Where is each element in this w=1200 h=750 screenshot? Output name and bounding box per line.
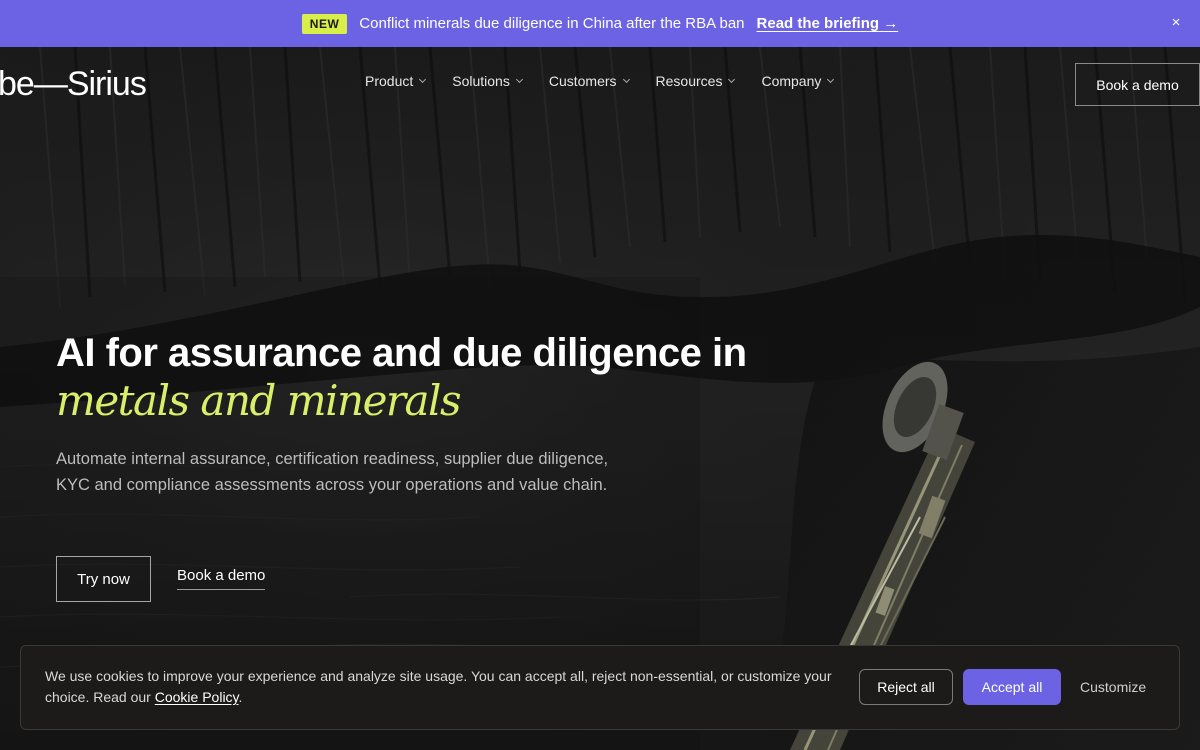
- nav-company[interactable]: Company: [761, 73, 835, 89]
- announcement-text: Conflict minerals due diligence in China…: [359, 15, 745, 32]
- accept-all-button[interactable]: Accept all: [963, 669, 1061, 705]
- announcement-bar: NEW Conflict minerals due diligence in C…: [0, 0, 1200, 47]
- nav-product[interactable]: Product: [365, 73, 427, 89]
- nav-solutions[interactable]: Solutions: [452, 73, 523, 89]
- cookie-text: We use cookies to improve your experienc…: [45, 666, 845, 708]
- nav-customers[interactable]: Customers: [548, 73, 630, 89]
- chevron-down-icon: [827, 75, 835, 83]
- logo[interactable]: be—Sirius: [0, 65, 147, 104]
- chevron-down-icon: [728, 75, 736, 83]
- hero-headline: AI for assurance and due diligence in: [56, 331, 747, 375]
- nav-solutions-label: Solutions: [452, 73, 510, 89]
- chevron-down-icon: [622, 75, 630, 83]
- nav-customers-label: Customers: [548, 73, 617, 89]
- main-nav: Product Solutions Customers Resources Co…: [365, 73, 860, 89]
- hero-headline-accent: metals and minerals: [56, 376, 462, 425]
- chevron-down-icon: [515, 75, 523, 83]
- customize-button[interactable]: Customize: [1080, 679, 1146, 695]
- reject-all-button[interactable]: Reject all: [859, 669, 953, 705]
- book-demo-link[interactable]: Book a demo: [177, 567, 266, 590]
- nav-resources-label: Resources: [655, 73, 723, 89]
- read-briefing-link[interactable]: Read the briefing →: [757, 15, 899, 32]
- book-demo-button[interactable]: Book a demo: [1075, 63, 1200, 106]
- hero-subcopy: Automate internal assurance, certificati…: [56, 450, 609, 494]
- nav-product-label: Product: [365, 73, 414, 89]
- nav-resources[interactable]: Resources: [655, 73, 736, 89]
- nav-company-label: Company: [761, 73, 822, 89]
- cookie-period: .: [238, 689, 243, 705]
- new-badge: NEW: [301, 13, 348, 34]
- close-icon[interactable]: ×: [1166, 13, 1186, 33]
- chevron-down-icon: [419, 75, 427, 83]
- try-now-button[interactable]: Try now: [56, 556, 151, 602]
- cookie-policy-link[interactable]: Cookie Policy: [155, 689, 239, 705]
- site-header: be—Sirius Product Solutions Customers Re…: [0, 47, 1200, 121]
- cookie-banner: We use cookies to improve your experienc…: [20, 645, 1180, 730]
